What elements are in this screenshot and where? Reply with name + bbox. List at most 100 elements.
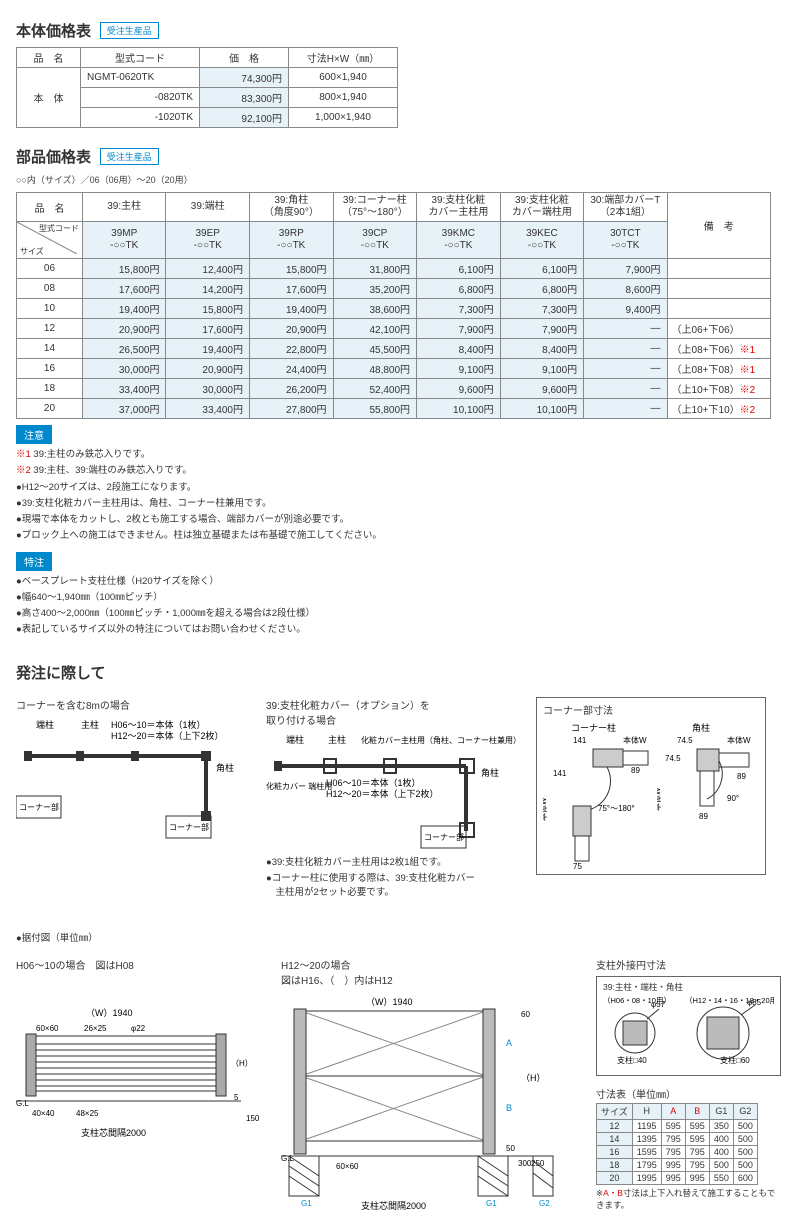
svg-text:74.5: 74.5	[665, 754, 681, 763]
svg-text:75: 75	[573, 862, 582, 871]
corner-kaku-svg: 角柱 74.5 本体W 74.5 89 90° 本体W 89	[657, 721, 759, 871]
svg-text:コーナー部: コーナー部	[19, 802, 59, 812]
install-left: H06～10の場合 図はH08 （W）1940 60×60 26×25 φ22 …	[16, 957, 261, 1149]
td-dim: 600×1,940	[289, 68, 398, 88]
install-right-title: 支柱外接円寸法	[596, 957, 781, 972]
svg-text:コーナー柱: コーナー柱	[571, 722, 616, 733]
svg-text:H12～20＝本体（上下2枚）: H12～20＝本体（上下2枚）	[326, 788, 439, 799]
body-price-table: 品 名 型式コード 価 格 寸法H×W（㎜） 本 体 NGMT-0620TK 7…	[16, 47, 398, 128]
svg-text:本体W: 本体W	[543, 797, 548, 821]
ordering-title: 発注に際して	[16, 662, 106, 683]
svg-text:60: 60	[521, 1010, 530, 1019]
ordering-left-svg: 端柱 主柱 H06～10＝本体（1枚） H12～20＝本体（上下2枚） 角柱 コ…	[16, 716, 246, 846]
svg-text:φ22: φ22	[131, 1024, 146, 1033]
badge-mto-2: 受注生産品	[100, 148, 159, 165]
svg-text:26×25: 26×25	[84, 1024, 107, 1033]
svg-text:H06～10＝本体（1枚）: H06～10＝本体（1枚）	[111, 719, 206, 730]
svg-text:支柱芯間隔2000: 支柱芯間隔2000	[81, 1127, 146, 1138]
svg-text:G.L: G.L	[16, 1099, 29, 1108]
svg-text:141: 141	[573, 736, 587, 745]
special-notes: ●ベースプレート支柱仕様（H20サイズを除く）●幅640～1,940㎜（100㎜…	[16, 575, 771, 638]
svg-text:50: 50	[506, 1144, 515, 1153]
svg-text:G1: G1	[486, 1199, 497, 1208]
svg-text:60×60: 60×60	[336, 1162, 359, 1171]
svg-text:本体W: 本体W	[727, 735, 751, 745]
caution-tag: 注意	[16, 425, 52, 444]
install-left-svg: （W）1940 60×60 26×25 φ22 （H） G.L 40×40 48…	[16, 976, 261, 1146]
svg-text:支柱芯間隔2000: 支柱芯間隔2000	[361, 1200, 426, 1211]
td-price: 74,300円	[200, 68, 289, 88]
svg-text:（W）1940: （W）1940	[366, 997, 413, 1007]
svg-text:角柱: 角柱	[692, 722, 710, 733]
svg-text:48×25: 48×25	[76, 1109, 99, 1118]
td-model: NGMT-0620TK	[81, 68, 200, 88]
install-right-sub: 39:主柱・端柱・角柱	[603, 981, 774, 993]
td-price: 83,300円	[200, 88, 289, 108]
th-name: 品 名	[17, 48, 81, 68]
td-dim: 800×1,940	[289, 88, 398, 108]
svg-text:端柱: 端柱	[286, 734, 304, 745]
svg-text:（H）: （H）	[231, 1059, 253, 1068]
svg-text:（W）1940: （W）1940	[86, 1008, 133, 1018]
td-model: -1020TK	[81, 108, 200, 128]
th-model: 型式コード	[81, 48, 200, 68]
th-dim: 寸法H×W（㎜）	[289, 48, 398, 68]
dim-table: サイズHABG1G2121195595595350500141395795595…	[596, 1103, 758, 1185]
dim-note: ※A・B寸法は上下入れ替えて施工することもできます。	[596, 1187, 781, 1213]
svg-text:75°～180°: 75°～180°	[598, 804, 635, 813]
svg-text:74.5: 74.5	[677, 736, 693, 745]
svg-text:φ57: φ57	[651, 1000, 666, 1009]
svg-text:主柱: 主柱	[81, 719, 99, 730]
svg-text:角柱: 角柱	[481, 767, 499, 778]
install-right: 支柱外接円寸法 39:主柱・端柱・角柱 （H06・08・10用） φ57 支柱□…	[596, 957, 781, 1215]
parts-subtext: ○○内（サイズ）／06（06用）～20（20用）	[16, 173, 771, 186]
svg-text:角柱: 角柱	[216, 762, 234, 773]
svg-text:コーナー部: コーナー部	[424, 832, 464, 842]
svg-text:G1: G1	[301, 1199, 312, 1208]
svg-text:本体W: 本体W	[657, 787, 662, 811]
td-dim: 1,000×1,940	[289, 108, 398, 128]
body-price-title: 本体価格表	[16, 20, 91, 41]
svg-text:化粧カバー 端柱用: 化粧カバー 端柱用	[266, 781, 332, 791]
ordering-left-title: コーナーを含む8mの場合	[16, 697, 246, 712]
ordering-mid: 39:支柱化粧カバー（オプション）を 取り付ける場合 端柱 主柱 化粧カバー主柱…	[266, 697, 516, 903]
svg-text:端柱: 端柱	[36, 719, 54, 730]
caution-notes: ※1 39:主柱のみ鉄芯入りです。※2 39:主柱、39:端柱のみ鉄芯入りです。…	[16, 448, 771, 544]
corner-dim-title: コーナー部寸法	[543, 702, 759, 717]
circ-1: （H06・08・10用） φ57 支柱□40	[603, 995, 677, 1065]
svg-text:主柱: 主柱	[328, 734, 346, 745]
svg-text:B: B	[506, 1103, 512, 1113]
svg-text:H12～20＝本体（上下2枚）: H12～20＝本体（上下2枚）	[111, 730, 224, 741]
svg-text:150: 150	[246, 1114, 260, 1123]
svg-text:90°: 90°	[727, 794, 739, 803]
svg-text:89: 89	[737, 772, 746, 781]
install-mid-sub: 図はH16、（ ）内はH12	[281, 972, 576, 987]
td-price: 92,100円	[200, 108, 289, 128]
special-tag: 特注	[16, 552, 52, 571]
svg-text:G2: G2	[539, 1199, 550, 1208]
svg-text:A: A	[506, 1038, 512, 1048]
badge-mto: 受注生産品	[100, 22, 159, 39]
corner-post-svg: コーナー柱 141 本体W 89 141 本体W 75°～180° 75	[543, 721, 649, 871]
ordering-left: コーナーを含む8mの場合 端柱 主柱 H06～10＝本体（1枚） H12～20＝…	[16, 697, 246, 903]
ordering-mid-notes: ●39:支柱化粧カバー主柱用は2枚1組です。●コーナー柱に使用する際は、39:支…	[266, 856, 516, 901]
install-title: ●据付図（単位㎜）	[16, 932, 771, 946]
parts-price-table: 品 名39:主柱39:端柱39:角柱 （角度90°）39:コーナー柱 （75°～…	[16, 192, 771, 419]
td-body-name: 本 体	[17, 68, 81, 128]
svg-text:300: 300	[518, 1159, 532, 1168]
svg-text:化粧カバー主柱用（角柱、コーナー柱兼用）: 化粧カバー主柱用（角柱、コーナー柱兼用）	[361, 735, 516, 745]
td-model: -0820TK	[81, 88, 200, 108]
ordering-right: コーナー部寸法 コーナー柱 141 本体W 89 141 本体W 75°～180…	[536, 697, 766, 903]
install-left-sub: H06～10の場合 図はH08	[16, 957, 261, 972]
ordering-mid-svg: 端柱 主柱 化粧カバー主柱用（角柱、コーナー柱兼用） 化粧カバー 端柱用 H06…	[266, 731, 516, 851]
svg-text:支柱□40: 支柱□40	[617, 1055, 647, 1065]
svg-text:コーナー部: コーナー部	[169, 822, 209, 832]
svg-text:支柱□60: 支柱□60	[720, 1055, 750, 1065]
svg-text:40×40: 40×40	[32, 1109, 55, 1118]
install-mid-svg: （W）1940 60 A （H） B G.L 60×60 50 300 250	[281, 991, 576, 1211]
svg-text:（H）: （H）	[521, 1073, 546, 1083]
parts-price-title: 部品価格表	[16, 146, 91, 167]
th-price: 価 格	[200, 48, 289, 68]
ordering-mid-title: 39:支柱化粧カバー（オプション）を 取り付ける場合	[266, 697, 516, 727]
install-mid-title: H12～20の場合	[281, 957, 576, 972]
